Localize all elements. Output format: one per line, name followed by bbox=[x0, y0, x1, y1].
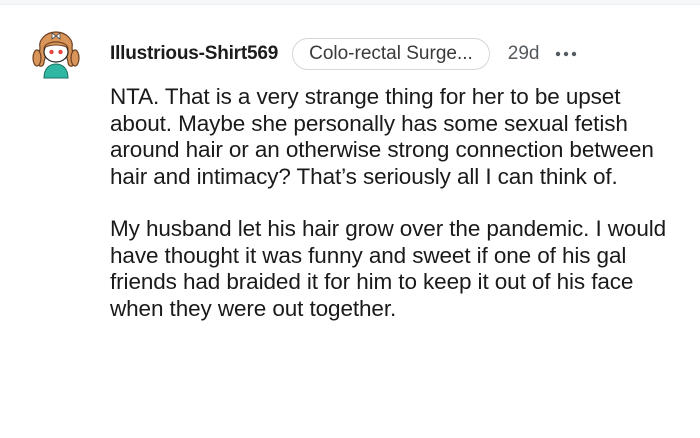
more-horizontal-icon bbox=[555, 51, 576, 57]
username-link[interactable]: Illustrious-Shirt569 bbox=[110, 43, 278, 65]
comment-timestamp[interactable]: 29d bbox=[508, 43, 540, 65]
user-flair: Colo-rectal Surge... bbox=[292, 38, 490, 70]
comment-paragraph: NTA. That is a very strange thing for he… bbox=[110, 84, 654, 189]
comment-paragraph: My husband let his hair grow over the pa… bbox=[110, 216, 667, 321]
avatar[interactable] bbox=[32, 30, 80, 80]
comment-meta: Illustrious-Shirt569 Colo-rectal Surge..… bbox=[110, 36, 580, 72]
snoo-avatar-icon bbox=[32, 31, 80, 79]
comment-body: NTA. That is a very strange thing for he… bbox=[110, 84, 685, 322]
more-options-button[interactable] bbox=[552, 40, 580, 68]
comment: Illustrious-Shirt569 Colo-rectal Surge..… bbox=[0, 0, 700, 438]
